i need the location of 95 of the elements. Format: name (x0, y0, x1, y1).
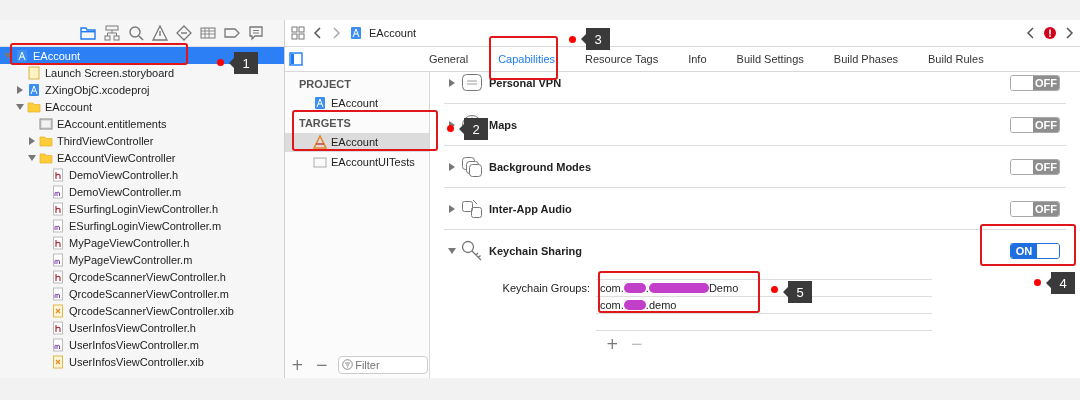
header-file-icon (51, 269, 65, 284)
editor-tab[interactable]: General (414, 53, 484, 65)
folder-icon (39, 133, 53, 148)
app-target-icon (313, 135, 327, 150)
disclosure-triangle-icon[interactable] (16, 102, 24, 111)
add-button[interactable]: + (604, 335, 621, 353)
source-file-icon (51, 184, 65, 199)
filter-icon (342, 359, 354, 370)
source-file-icon (51, 286, 65, 301)
file-tree-item[interactable]: UserInfosViewController.m (0, 336, 284, 353)
sidebar-toggle-icon[interactable] (289, 52, 303, 66)
file-tree-item[interactable]: ESurfingLoginViewController.h (0, 200, 284, 217)
disclosure-triangle-icon[interactable] (448, 204, 456, 213)
file-tree-item[interactable]: UserInfosViewController.h (0, 319, 284, 336)
file-tree-item[interactable]: DemoViewController.h (0, 166, 284, 183)
disclosure-triangle-icon[interactable] (28, 136, 36, 145)
source-file-icon (51, 218, 65, 233)
file-tree-item[interactable]: EAccount (0, 98, 284, 115)
editor-tab[interactable]: Build Settings (721, 53, 819, 65)
back-icon[interactable] (1026, 26, 1036, 40)
folder-icon (39, 150, 53, 165)
highlight-frame (489, 36, 558, 80)
header-file-icon (51, 235, 65, 250)
interface-file-icon (51, 354, 65, 369)
section-header: TARGETS (299, 116, 351, 129)
disclosure-triangle-icon[interactable] (448, 246, 456, 255)
back-icon[interactable] (313, 26, 323, 40)
editor-tab[interactable]: Info (673, 53, 722, 65)
blueprint-icon (349, 26, 363, 40)
file-tree-item[interactable]: QrcodeScannerViewController.h (0, 268, 284, 285)
file-tree-item[interactable]: ESurfingLoginViewController.m (0, 217, 284, 234)
storyboard-icon (27, 65, 41, 80)
capability-title: Background Modes (489, 160, 592, 173)
file-tree-item[interactable]: ZXingObjC.xcodeproj (0, 81, 284, 98)
editor-tab[interactable]: Capabilities (483, 53, 570, 65)
file-tree-item[interactable]: UserInfosViewController.xib (0, 353, 284, 370)
interface-file-icon (51, 303, 65, 318)
source-file-icon (51, 337, 65, 352)
editor-tab[interactable]: Build Rules (913, 53, 999, 65)
shield-badge-icon (461, 72, 483, 94)
warning-icon[interactable] (151, 24, 169, 42)
target-list-item[interactable]: EAccount (285, 93, 429, 113)
hierarchy-icon[interactable] (103, 24, 121, 42)
marker-dot (569, 36, 576, 43)
folder-icon (27, 99, 41, 114)
header-file-icon (51, 167, 65, 182)
stacked-windows-icon (461, 155, 483, 178)
test-target-icon (313, 154, 327, 169)
editor-tab[interactable]: Resource Tags (570, 53, 674, 65)
remove-button[interactable]: − (313, 356, 331, 374)
source-file-icon (51, 252, 65, 267)
header-file-icon (51, 201, 65, 216)
disclosure-triangle-icon[interactable] (448, 78, 456, 87)
forward-icon[interactable] (1064, 26, 1074, 40)
target-list-item[interactable]: EAccountUITests (285, 152, 429, 172)
capability-title: Keychain Sharing (489, 244, 582, 257)
keychain-group[interactable]: com. . Demo (600, 282, 739, 294)
folder-icon[interactable] (79, 24, 97, 42)
connected-squares-icon (461, 197, 483, 220)
capability-title: Maps (489, 118, 518, 131)
editor-tab[interactable]: Build Phases (818, 53, 914, 65)
capability-title: Inter-App Audio (489, 202, 572, 215)
blueprint-icon (27, 82, 41, 97)
marker-dot (447, 125, 454, 132)
header-file-icon (51, 320, 65, 335)
toggle-switch[interactable]: ON (1010, 242, 1060, 259)
disclosure-triangle-icon[interactable] (448, 162, 456, 171)
search-icon[interactable] (127, 24, 145, 42)
file-tree-item[interactable]: MyPageViewController.m (0, 251, 284, 268)
add-button[interactable]: + (289, 356, 306, 374)
report-icon[interactable] (247, 24, 265, 42)
key-icon (461, 239, 483, 262)
file-tree-item[interactable]: QrcodeScannerViewController.xib (0, 302, 284, 319)
error-icon[interactable] (1044, 27, 1056, 39)
jump-bar-item[interactable]: EAccount (369, 27, 417, 39)
file-tree-item[interactable]: QrcodeScannerViewController.m (0, 285, 284, 302)
marker-dot (1034, 279, 1041, 286)
file-tree-item[interactable]: ThirdViewController (0, 132, 284, 149)
blueprint-icon (15, 48, 29, 63)
disclosure-triangle-icon[interactable] (28, 153, 36, 162)
section-header: PROJECT (299, 77, 351, 90)
filter-field[interactable]: Filter (338, 356, 429, 374)
blueprint-icon (313, 96, 327, 111)
grid-icon[interactable] (291, 26, 305, 40)
file-tree-item[interactable]: EAccount.entitlements (0, 115, 284, 132)
test-icon[interactable] (175, 24, 193, 42)
file-tree-item[interactable]: EAccountViewController (0, 149, 284, 166)
document-icon (39, 116, 53, 131)
marker-dot (771, 286, 778, 293)
disclosure-triangle-icon[interactable] (16, 85, 24, 94)
file-tree-item[interactable]: MyPageViewController.h (0, 234, 284, 251)
field-label: Keychain Groups: (502, 282, 590, 294)
keychain-group[interactable]: com. .demo (600, 299, 677, 311)
file-tree-item[interactable]: DemoViewController.m (0, 183, 284, 200)
marker-dot (217, 59, 224, 66)
